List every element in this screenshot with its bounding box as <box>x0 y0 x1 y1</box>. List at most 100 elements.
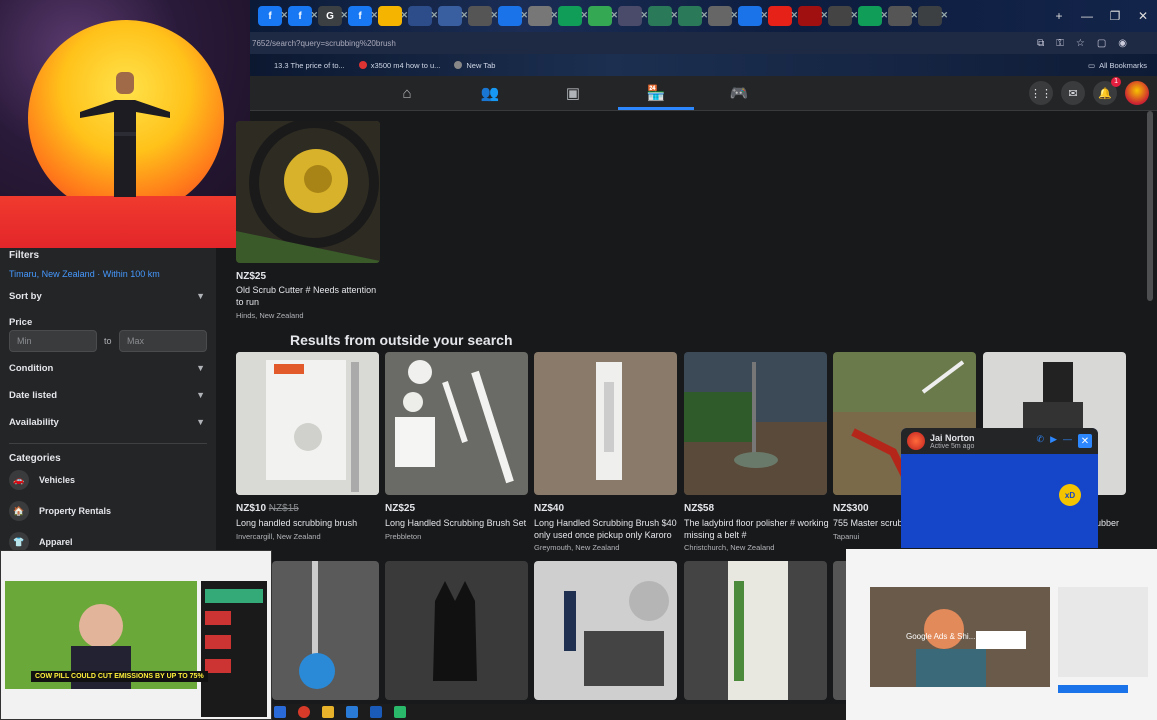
mail-icon[interactable] <box>370 706 382 718</box>
tab-icon[interactable]: ✕ <box>558 6 588 26</box>
location-filter[interactable]: Timaru, New Zealand · Within 100 km <box>9 269 160 279</box>
video-thumbnail <box>846 549 1157 720</box>
date-listed-dropdown[interactable]: Date listed ▼ <box>9 390 205 401</box>
bookmark-item[interactable]: 13.3 The price of to... <box>274 61 345 70</box>
profile-icon[interactable]: ◉ <box>1118 38 1127 49</box>
video-call-icon[interactable]: ▶ <box>1050 434 1057 448</box>
listing-image[interactable] <box>534 352 677 495</box>
brush-box-photo <box>534 352 677 495</box>
tab-icon[interactable]: ✕ <box>408 6 438 26</box>
extensions-icon[interactable]: ▢ <box>1097 38 1106 49</box>
listing-image[interactable] <box>534 561 677 700</box>
minimize-button[interactable]: — <box>1073 0 1101 32</box>
listing-image[interactable] <box>684 561 827 700</box>
listing-title[interactable]: Old Scrub Cutter # Needs attention to ru… <box>236 284 384 308</box>
tab-icon[interactable]: ✕ <box>468 6 498 26</box>
tab-icon[interactable]: ✕ <box>738 6 768 26</box>
car-icon: 🚗 <box>9 470 29 490</box>
sort-by-dropdown[interactable]: Sort by ▼ <box>9 291 205 302</box>
listing-image[interactable] <box>236 121 380 263</box>
chat-message-bubble: xD <box>1059 484 1081 506</box>
gaming-icon[interactable]: 🎮 <box>724 82 754 104</box>
account-avatar[interactable] <box>1125 81 1149 105</box>
tab-icon[interactable]: ✕ <box>708 6 738 26</box>
new-tab-button[interactable]: + <box>1045 0 1073 32</box>
google-tab-icon[interactable]: G ✕ <box>318 6 348 26</box>
category-apparel[interactable]: 👕 Apparel <box>9 532 73 552</box>
tab-icon[interactable]: ✕ <box>588 6 618 26</box>
original-price: NZ$15 <box>268 503 299 514</box>
listing-title[interactable]: The ladybird floor polisher # working mi… <box>684 517 832 541</box>
facebook-tab-icon[interactable]: f ✕ <box>348 6 378 26</box>
listing-image[interactable] <box>385 561 528 700</box>
bookmark-star-icon[interactable]: ☆ <box>1076 38 1085 49</box>
tab-icon[interactable]: ✕ <box>648 6 678 26</box>
tab-icon[interactable]: ✕ <box>528 6 558 26</box>
listing-title[interactable]: ubber <box>1096 517 1136 529</box>
listing-image[interactable] <box>385 352 528 495</box>
url-text[interactable]: 7652/search?query=scrubbing%20brush <box>250 39 396 48</box>
floor-scrubber-photo <box>272 561 379 700</box>
menu-grid-icon[interactable]: ⋮⋮ <box>1029 81 1053 105</box>
listing-title[interactable]: Long handled scrubbing brush <box>236 517 384 529</box>
chrome-icon[interactable] <box>298 706 310 718</box>
category-property-rentals[interactable]: 🏠 Property Rentals <box>9 501 111 521</box>
bookmark-item[interactable]: New Tab <box>454 61 495 70</box>
youtube-tab-icon[interactable]: ✕ <box>768 6 798 26</box>
floor-polisher-photo <box>684 352 827 495</box>
tab-icon[interactable]: ✕ <box>798 6 828 26</box>
chat-avatar[interactable] <box>907 432 925 450</box>
facebook-tab-icon[interactable]: f ✕ <box>258 6 288 26</box>
listing-image[interactable] <box>272 561 379 700</box>
minimize-icon[interactable]: — <box>1063 434 1072 448</box>
bookmark-item[interactable]: x3500 m4 how to u... <box>358 61 440 70</box>
restore-button[interactable]: ❐ <box>1101 0 1129 32</box>
notifications-icon[interactable]: 🔔 1 <box>1093 77 1121 105</box>
chat-status: Active 5m ago <box>930 442 975 450</box>
page-scrollbar[interactable] <box>1147 111 1153 301</box>
watch-icon[interactable]: ▣ <box>558 82 588 104</box>
tab-icon[interactable]: ✕ <box>378 6 408 26</box>
app-icon[interactable] <box>394 706 406 718</box>
tab-icon[interactable]: ✕ <box>678 6 708 26</box>
chevron-down-icon: ▼ <box>196 390 205 400</box>
home-icon[interactable]: ⌂ <box>392 82 422 104</box>
chat-actions: ✆ ▶ — ✕ <box>1037 434 1092 448</box>
availability-dropdown[interactable]: Availability ▼ <box>9 417 205 428</box>
marketplace-icon[interactable]: 🏪 <box>641 82 671 104</box>
min-price-input[interactable]: Min <box>9 330 97 352</box>
friends-icon[interactable]: 👥 <box>475 82 505 104</box>
close-icon[interactable]: ✕ <box>1078 434 1092 448</box>
tab-icon[interactable]: ✕ <box>858 6 888 26</box>
tab-icon[interactable]: ✕ <box>828 6 858 26</box>
all-bookmarks[interactable]: ▭ All Bookmarks <box>1088 61 1147 70</box>
tab-icon[interactable]: ✕ <box>618 6 648 26</box>
password-key-icon[interactable]: ⚿ <box>1056 38 1064 49</box>
google-tab-icon[interactable]: ✕ <box>918 6 948 26</box>
folder-icon: ▭ <box>1087 60 1096 70</box>
install-icon[interactable]: ⧉ <box>1037 38 1044 49</box>
tab-icon[interactable]: ✕ <box>888 6 918 26</box>
calendar-icon[interactable] <box>346 706 358 718</box>
address-bar[interactable]: 7652/search?query=scrubbing%20brush ⧉ ⚿ … <box>250 32 1157 54</box>
price-label: Price <box>9 317 33 328</box>
listing-title[interactable]: Long Handled Scrubbing Brush Set <box>385 517 533 529</box>
listing-image[interactable] <box>684 352 827 495</box>
max-price-input[interactable]: Max <box>119 330 207 352</box>
listing-title[interactable]: 755 Master scrub <box>833 517 903 529</box>
category-vehicles[interactable]: 🚗 Vehicles <box>9 470 75 490</box>
listing-image[interactable] <box>236 352 379 495</box>
file-explorer-icon[interactable] <box>322 706 334 718</box>
listing-price: NZ$58 <box>684 503 715 514</box>
chat-title[interactable]: Jai Norton Active 5m ago <box>930 433 975 450</box>
phone-icon[interactable]: ✆ <box>1037 434 1045 448</box>
messenger-chat-window[interactable]: Jai Norton Active 5m ago ✆ ▶ — ✕ xD <box>901 428 1098 548</box>
close-window-button[interactable]: ✕ <box>1129 0 1157 32</box>
listing-title[interactable]: Long Handled Scrubbing Brush $40 only us… <box>534 517 682 541</box>
edge-icon[interactable] <box>274 706 286 718</box>
tab-icon[interactable]: ✕ <box>438 6 468 26</box>
messenger-icon[interactable]: ✉ <box>1061 81 1085 105</box>
tab-icon[interactable]: ✕ <box>498 6 528 26</box>
facebook-tab-icon[interactable]: f ✕ <box>288 6 318 26</box>
condition-dropdown[interactable]: Condition ▼ <box>9 363 205 374</box>
